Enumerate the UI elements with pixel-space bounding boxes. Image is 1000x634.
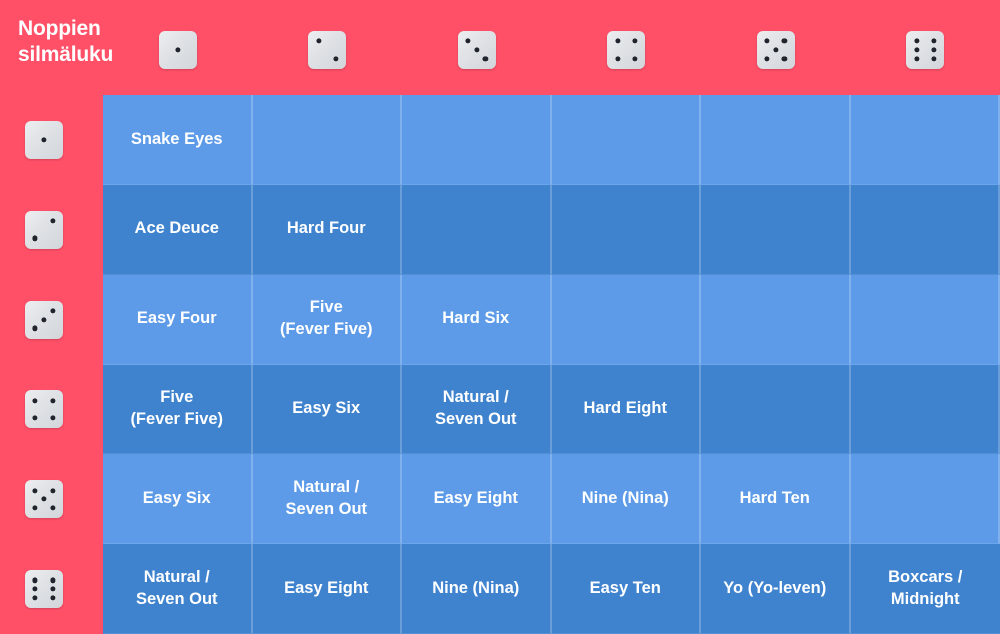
- die-pip: [32, 586, 38, 592]
- grid-cell[interactable]: Hard Six: [402, 274, 552, 365]
- die-pip: [32, 398, 38, 404]
- die-pip: [175, 47, 181, 53]
- grid-cell[interactable]: Snake Eyes: [103, 95, 253, 185]
- grid-cell[interactable]: Easy Six: [252, 364, 402, 455]
- die-pip: [50, 586, 56, 592]
- die-pip: [50, 218, 56, 224]
- die-pip: [764, 38, 770, 44]
- grid-cell-empty: [252, 95, 402, 185]
- die-face-2-column-header: [308, 31, 347, 69]
- die-pip: [50, 595, 56, 601]
- die-pip: [474, 47, 480, 53]
- grid-cell-empty: [402, 95, 552, 185]
- grid-cell[interactable]: Hard Ten: [701, 454, 851, 545]
- grid-cell-empty: [551, 184, 701, 275]
- grid-cell[interactable]: Easy Eight: [402, 454, 552, 545]
- die-pip: [315, 38, 322, 44]
- grid-cell-empty: [850, 274, 1000, 365]
- grid-cell[interactable]: Natural / Seven Out: [402, 364, 552, 455]
- die-pip: [32, 235, 38, 242]
- page-title: Noppien silmäluku: [18, 17, 114, 66]
- die-pip: [32, 487, 38, 494]
- die-pip: [931, 47, 937, 53]
- die-pip: [32, 325, 38, 331]
- grid-cell[interactable]: Natural / Seven Out: [103, 544, 253, 634]
- grid-cell-empty: [551, 95, 701, 185]
- die-pip: [632, 38, 638, 44]
- die-pip: [50, 415, 56, 421]
- die-pip: [465, 38, 471, 44]
- grid-cell[interactable]: Hard Four: [252, 184, 402, 275]
- die-face-6-column-header: [906, 31, 945, 69]
- die-pip: [41, 496, 47, 502]
- dice-combination-grid: Snake Eyes Ace Deuce Hard Four Easy Four Fiv…: [103, 95, 1000, 634]
- die-face-4-column-header: [607, 31, 646, 69]
- die-pip: [913, 38, 920, 44]
- die-pip: [32, 595, 38, 601]
- die-pip: [32, 577, 38, 583]
- die-face-4-row-header: [25, 390, 63, 429]
- die-face-3-column-header: [457, 31, 496, 69]
- die-pip: [614, 56, 621, 62]
- grid-cell[interactable]: Boxcars / Midnight: [850, 544, 1000, 634]
- grid-cell[interactable]: Easy Ten: [551, 544, 701, 634]
- die-pip: [333, 56, 339, 62]
- die-face-6-row-header: [25, 570, 63, 609]
- die-pip: [773, 47, 779, 53]
- die-face-1-column-header: [158, 31, 197, 69]
- die-pip: [781, 56, 788, 62]
- grid-cell-empty: [701, 184, 851, 275]
- die-pip: [482, 56, 489, 62]
- grid-cell[interactable]: Nine (Nina): [551, 454, 701, 545]
- grid-cell[interactable]: Natural / Seven Out: [252, 454, 402, 545]
- die-pip: [41, 316, 47, 323]
- grid-cell-empty: [850, 454, 1000, 545]
- grid-cell-empty: [701, 95, 851, 185]
- grid-cell[interactable]: Easy Four: [103, 274, 253, 365]
- craps-dice-combination-board: Noppien silmäluku Snake Eyes Ace Deuce Har…: [0, 0, 1000, 634]
- die-pip: [931, 38, 937, 44]
- grid-cell[interactable]: Nine (Nina): [402, 544, 552, 634]
- grid-cell-empty: [701, 364, 851, 455]
- grid-cell-empty: [850, 95, 1000, 185]
- die-pip: [50, 487, 56, 494]
- die-face-5-row-header: [25, 480, 63, 519]
- die-face-1-row-header: [25, 120, 63, 159]
- die-pip: [931, 56, 937, 62]
- die-pip: [913, 56, 920, 62]
- die-pip: [614, 38, 621, 44]
- grid-cell-empty: [850, 364, 1000, 455]
- grid-cell-empty: [701, 274, 851, 365]
- grid-cell[interactable]: Five (Fever Five): [103, 364, 253, 455]
- die-face-2-row-header: [25, 210, 63, 249]
- die-pip: [50, 308, 56, 314]
- grid-cell[interactable]: Easy Eight: [252, 544, 402, 634]
- grid-cell-empty: [402, 184, 552, 275]
- die-pip: [32, 415, 38, 421]
- die-pip: [50, 505, 56, 511]
- die-face-5-column-header: [756, 31, 795, 69]
- grid-cell[interactable]: Easy Six: [103, 454, 253, 545]
- grid-cell[interactable]: Yo (Yo-leven): [701, 544, 851, 634]
- grid-cell[interactable]: Ace Deuce: [103, 184, 253, 275]
- die-pip: [32, 505, 38, 511]
- die-pip: [50, 398, 56, 404]
- die-pip: [781, 38, 788, 44]
- grid-cell[interactable]: Hard Eight: [551, 364, 701, 455]
- die-pip: [632, 56, 638, 62]
- die-pip: [50, 577, 56, 583]
- die-pip: [764, 56, 770, 62]
- die-pip: [41, 137, 47, 143]
- die-pip: [913, 47, 920, 53]
- die-face-3-row-header: [25, 300, 63, 339]
- grid-cell-empty: [551, 274, 701, 365]
- grid-cell-empty: [850, 184, 1000, 275]
- grid-cell[interactable]: Five (Fever Five): [252, 274, 402, 365]
